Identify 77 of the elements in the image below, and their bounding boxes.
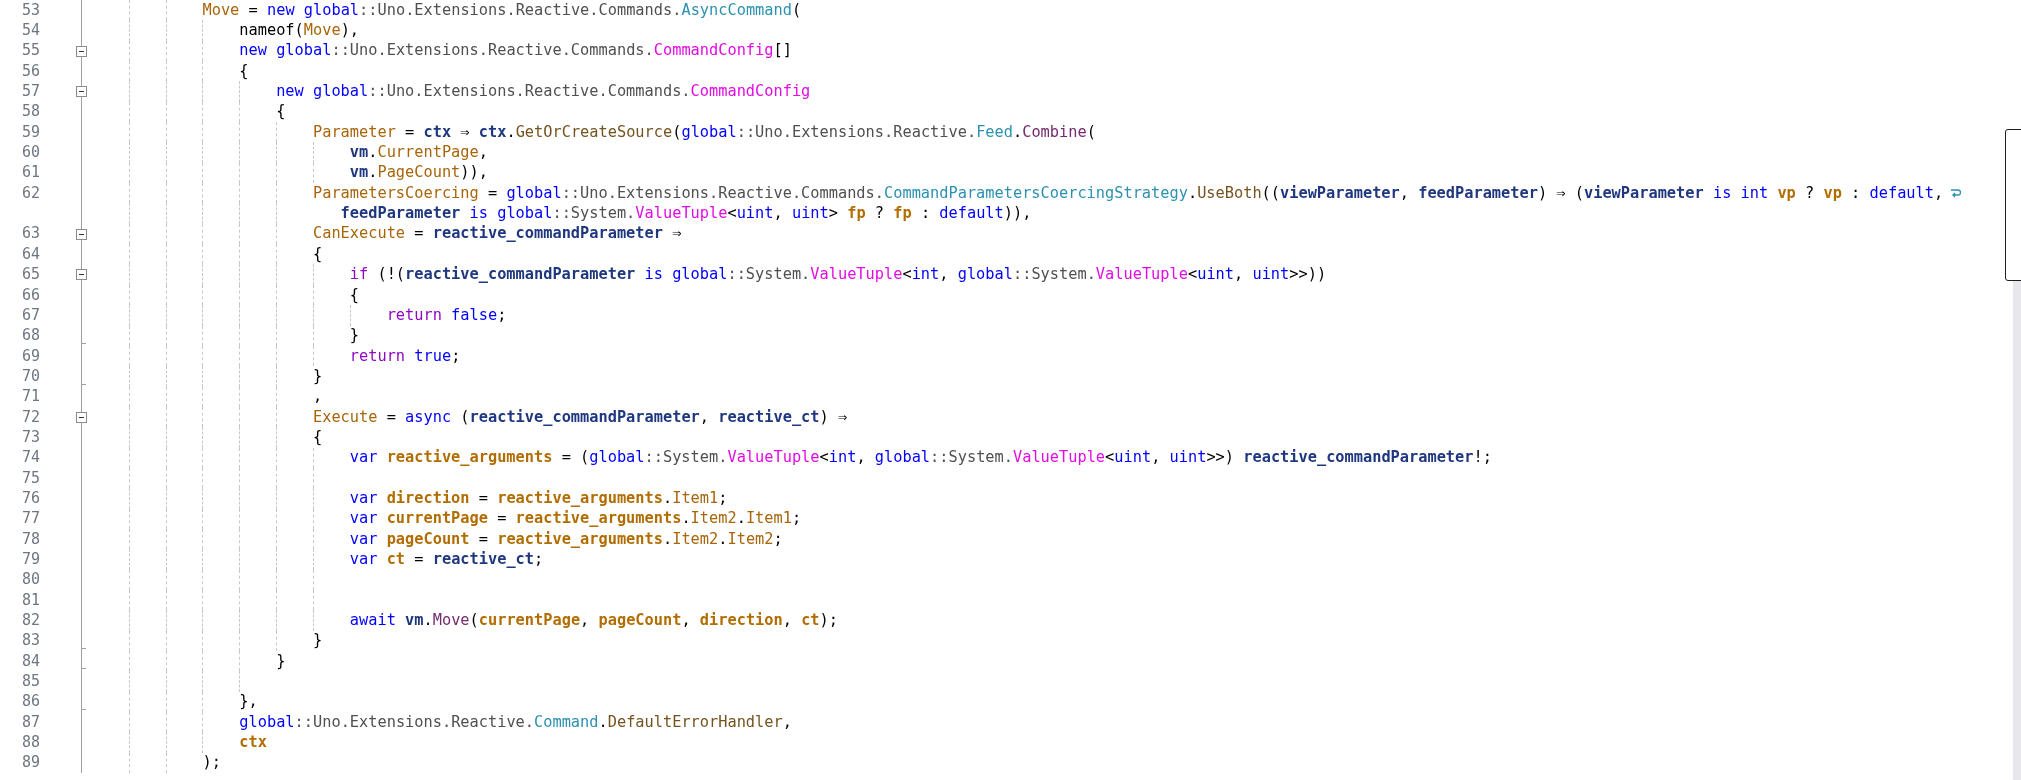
line-number: 89 — [21, 753, 40, 772]
code-line: await vm.Move(currentPage, pageCount, direction, ct); — [349, 610, 838, 631]
line-number: 67 — [21, 305, 40, 324]
code-line: { — [349, 284, 359, 306]
code-line: ParametersCoercing = global::Uno.Extensions.Reactive.Commands.CommandParametersCoercingStrategy.UseBoth((viewParameter, feedParameter) ⇒ (viewParameter is int vp ? vp : default, — [312, 182, 1944, 204]
line-number: 72 — [21, 407, 40, 426]
line-number: 84 — [21, 651, 40, 670]
line-number: 73 — [21, 427, 40, 446]
code-line: Parameter = ctx ⇒ ctx.GetOrCreateSource(global::Uno.Extensions.Reactive.Feed.Combine( — [312, 121, 1096, 143]
line-number: 77 — [21, 509, 40, 528]
code-line: var pageCount = reactive_arguments.Item2.Item2; — [349, 528, 783, 550]
line-number: 70 — [21, 366, 40, 385]
line-number: 55 — [21, 41, 40, 60]
line-number: 88 — [21, 733, 40, 752]
code-line: }, — [239, 691, 258, 713]
code-line: return true; — [349, 345, 461, 367]
code-line: } — [312, 630, 323, 652]
code-line: var currentPage = reactive_arguments.Item2.Item1; — [349, 508, 802, 530]
line-number: 87 — [21, 712, 40, 731]
line-number: 61 — [21, 163, 40, 182]
line-number: 53 — [21, 0, 40, 19]
line-number: 79 — [21, 550, 40, 568]
line-number: 71 — [21, 387, 40, 406]
code-line: { — [276, 101, 286, 123]
code-line: new global::Uno.Extensions.Reactive.Commands.CommandConfig — [276, 81, 811, 103]
line-number: 83 — [21, 631, 40, 650]
line-number: 66 — [21, 285, 40, 304]
code-line: feedParameter is global::System.ValueTuple<uint, uint> fp ? fp : default)), — [340, 203, 1032, 225]
line-number: 57 — [21, 82, 40, 101]
code-line: nameof(Move), — [239, 20, 360, 42]
code-line: new global::Uno.Extensions.Reactive.Commands.CommandConfig[] — [239, 40, 792, 62]
code-line: global::Uno.Extensions.Reactive.Command.DefaultErrorHandler, — [239, 711, 792, 733]
line-number: 86 — [21, 692, 40, 711]
collapse-icon[interactable] — [76, 228, 87, 240]
line-number: 65 — [21, 265, 40, 284]
line-number: 68 — [21, 326, 40, 345]
code-line: } — [276, 650, 286, 672]
line-number: 64 — [21, 244, 40, 263]
code-line: { — [312, 243, 323, 265]
code-line: } — [349, 325, 359, 347]
line-number: 62 — [21, 183, 40, 202]
line-number: 85 — [21, 672, 40, 691]
code-line: vm.CurrentPage, — [349, 142, 488, 164]
code-line: if (!(reactive_commandParameter is global::System.ValueTuple<int, global::System.ValueTuple<uint, uint>>)) — [349, 264, 1327, 286]
scrollbar[interactable] — [2013, 281, 2021, 780]
collapse-icon[interactable] — [76, 411, 87, 423]
line-number: 81 — [21, 590, 40, 609]
code-line: var reactive_arguments = (global::System.ValueTuple<int, global::System.ValueTuple<uint, uint>>) reactive_commandParameter!; — [349, 447, 1492, 469]
line-number: 56 — [21, 61, 40, 80]
code-line: } — [312, 365, 323, 387]
line-number: 74 — [21, 448, 40, 467]
code-line: vm.PageCount)), — [349, 162, 488, 184]
line-number: 63 — [21, 224, 40, 243]
code-line: var ct = reactive_ct; — [349, 549, 544, 570]
line-number: 80 — [21, 570, 40, 589]
code-line: { — [239, 60, 249, 82]
line-number: 54 — [21, 21, 40, 40]
code-line: Execute = async (reactive_commandParameter, reactive_ct) ⇒ — [312, 406, 848, 428]
line-number: 59 — [21, 122, 40, 141]
line-number: 76 — [21, 488, 40, 507]
line-number: 69 — [21, 346, 40, 365]
line-number: 75 — [21, 468, 40, 487]
code-line: { — [312, 426, 323, 448]
code-line: CanExecute = reactive_commandParameter ⇒ — [312, 223, 682, 245]
collapse-icon[interactable] — [76, 269, 87, 281]
code-line: ); — [202, 752, 221, 774]
code-line: Move = new global::Uno.Extensions.Reactive.Commands.AsyncCommand( — [202, 0, 802, 21]
code-line: , — [312, 386, 323, 408]
line-number: 78 — [21, 529, 40, 548]
line-number: 60 — [21, 143, 40, 162]
code-line: ctx — [239, 732, 267, 754]
line-number: 58 — [21, 102, 40, 121]
code-line: return false; — [386, 304, 507, 326]
collapse-icon[interactable] — [76, 86, 87, 98]
line-number: 82 — [21, 611, 40, 629]
code-line: var direction = reactive_arguments.Item1; — [349, 487, 728, 509]
collapse-icon[interactable] — [76, 45, 87, 57]
